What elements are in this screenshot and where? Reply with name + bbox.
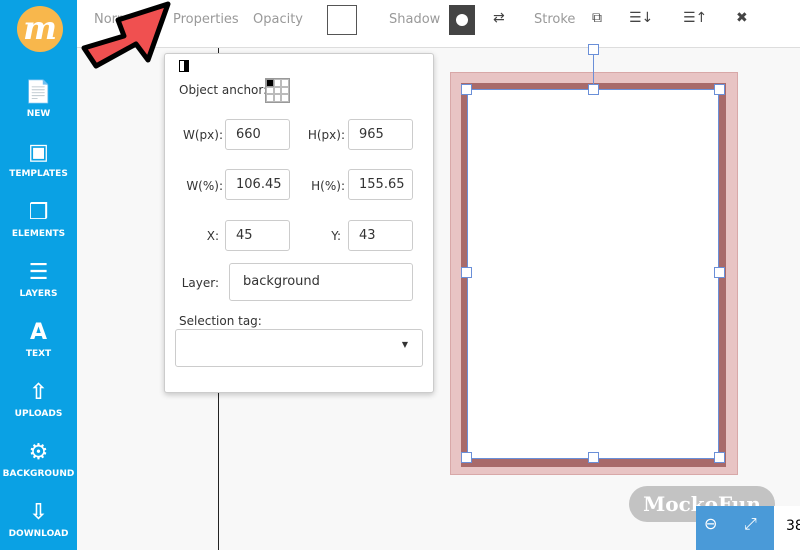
- sidebar-item-label: DOWNLOAD: [8, 529, 69, 539]
- y-label: Y:: [331, 229, 341, 243]
- resize-handle[interactable]: [461, 267, 472, 278]
- resize-handle[interactable]: [714, 84, 725, 95]
- x-input[interactable]: 45: [225, 220, 290, 251]
- width-pct-label: W(%):: [186, 179, 223, 193]
- color-swatch[interactable]: [327, 5, 357, 35]
- resize-handle[interactable]: [714, 452, 725, 463]
- sidebar-item-background[interactable]: ⚙ BACKGROUND: [0, 440, 77, 479]
- sidebar-item-elements[interactable]: ❒ ELEMENTS: [0, 200, 77, 239]
- anchor-grid[interactable]: [265, 78, 290, 103]
- properties-panel: Object anchor: W(px): 660 H(px): 965 W(%…: [164, 53, 434, 393]
- shadow-button[interactable]: Shadow: [389, 12, 440, 27]
- flip-icon[interactable]: [179, 60, 189, 72]
- shadow-toggle[interactable]: [449, 5, 475, 35]
- upload-icon: ⇧: [29, 380, 48, 405]
- file-icon: 📄: [24, 80, 53, 105]
- toolbar: Normal Properties Opacity Shadow ⇄ Strok…: [77, 0, 800, 48]
- cubes-icon: ❒: [28, 200, 49, 225]
- resize-handle[interactable]: [461, 452, 472, 463]
- sidebar-item-label: LAYERS: [19, 289, 58, 299]
- selection-tag-label: Selection tag:: [179, 314, 262, 328]
- layer-input[interactable]: background: [229, 263, 413, 301]
- height-px-input[interactable]: 965: [348, 119, 413, 150]
- resize-handle[interactable]: [588, 84, 599, 95]
- resize-handle[interactable]: [588, 452, 599, 463]
- gear-icon: ⚙: [28, 440, 49, 465]
- selected-object[interactable]: [467, 89, 719, 459]
- layer-down-icon[interactable]: ☰↓: [629, 10, 653, 26]
- arrow-icon: [81, 1, 171, 69]
- stroke-button[interactable]: Stroke: [534, 12, 575, 27]
- height-pct-input[interactable]: 155.65: [348, 169, 413, 200]
- duplicate-icon[interactable]: ⧉: [592, 10, 602, 26]
- zoom-out-icon[interactable]: ⊖: [704, 514, 717, 533]
- swap-icon[interactable]: ⇄: [493, 10, 505, 26]
- width-px-input[interactable]: 660: [225, 119, 290, 150]
- sidebar-item-templates[interactable]: ▣ TEMPLATES: [0, 140, 77, 179]
- resize-handle[interactable]: [714, 267, 725, 278]
- selection-tag-select[interactable]: ▼: [175, 329, 423, 367]
- caret-down-icon: ▼: [401, 340, 408, 349]
- templates-icon: ▣: [28, 140, 49, 165]
- layer-up-icon[interactable]: ☰↑: [683, 10, 707, 26]
- resize-handle[interactable]: [461, 84, 472, 95]
- zoom-value[interactable]: 38: [774, 506, 800, 550]
- y-input[interactable]: 43: [348, 220, 413, 251]
- properties-button[interactable]: Properties: [173, 12, 239, 27]
- width-pct-input[interactable]: 106.45: [225, 169, 290, 200]
- sidebar-item-new[interactable]: 📄 NEW: [0, 80, 77, 119]
- sidebar: m 📄 NEW ▣ TEMPLATES ❒ ELEMENTS ☰ LAYERS A TEX…: [0, 0, 77, 550]
- logo[interactable]: m: [17, 6, 63, 52]
- zoom-controls: ⊖ ⤢: [696, 506, 774, 550]
- height-pct-label: H(%):: [311, 179, 345, 193]
- sidebar-item-download[interactable]: ⇩ DOWNLOAD: [0, 500, 77, 539]
- layer-label: Layer:: [181, 276, 219, 290]
- sidebar-item-layers[interactable]: ☰ LAYERS: [0, 260, 77, 299]
- sidebar-item-label: TEXT: [25, 349, 52, 359]
- opacity-button[interactable]: Opacity: [253, 12, 303, 27]
- sidebar-item-label: NEW: [26, 109, 51, 119]
- rotate-handle[interactable]: [588, 44, 599, 55]
- height-px-label: H(px):: [307, 128, 345, 142]
- sidebar-item-label: BACKGROUND: [2, 469, 75, 479]
- sidebar-item-uploads[interactable]: ⇧ UPLOADS: [0, 380, 77, 419]
- sidebar-item-label: UPLOADS: [14, 409, 63, 419]
- width-px-label: W(px):: [183, 128, 223, 142]
- anchor-label: Object anchor:: [179, 83, 268, 97]
- sidebar-item-text[interactable]: A TEXT: [0, 320, 77, 359]
- delete-icon[interactable]: ✖: [736, 10, 748, 26]
- download-icon: ⇩: [29, 500, 48, 525]
- circle-icon: [456, 14, 468, 26]
- layers-icon: ☰: [28, 260, 49, 285]
- x-label: X:: [206, 229, 219, 243]
- fit-icon[interactable]: ⤢: [744, 514, 757, 534]
- text-icon: A: [29, 320, 48, 345]
- sidebar-item-label: ELEMENTS: [11, 229, 66, 239]
- sidebar-item-label: TEMPLATES: [9, 169, 68, 179]
